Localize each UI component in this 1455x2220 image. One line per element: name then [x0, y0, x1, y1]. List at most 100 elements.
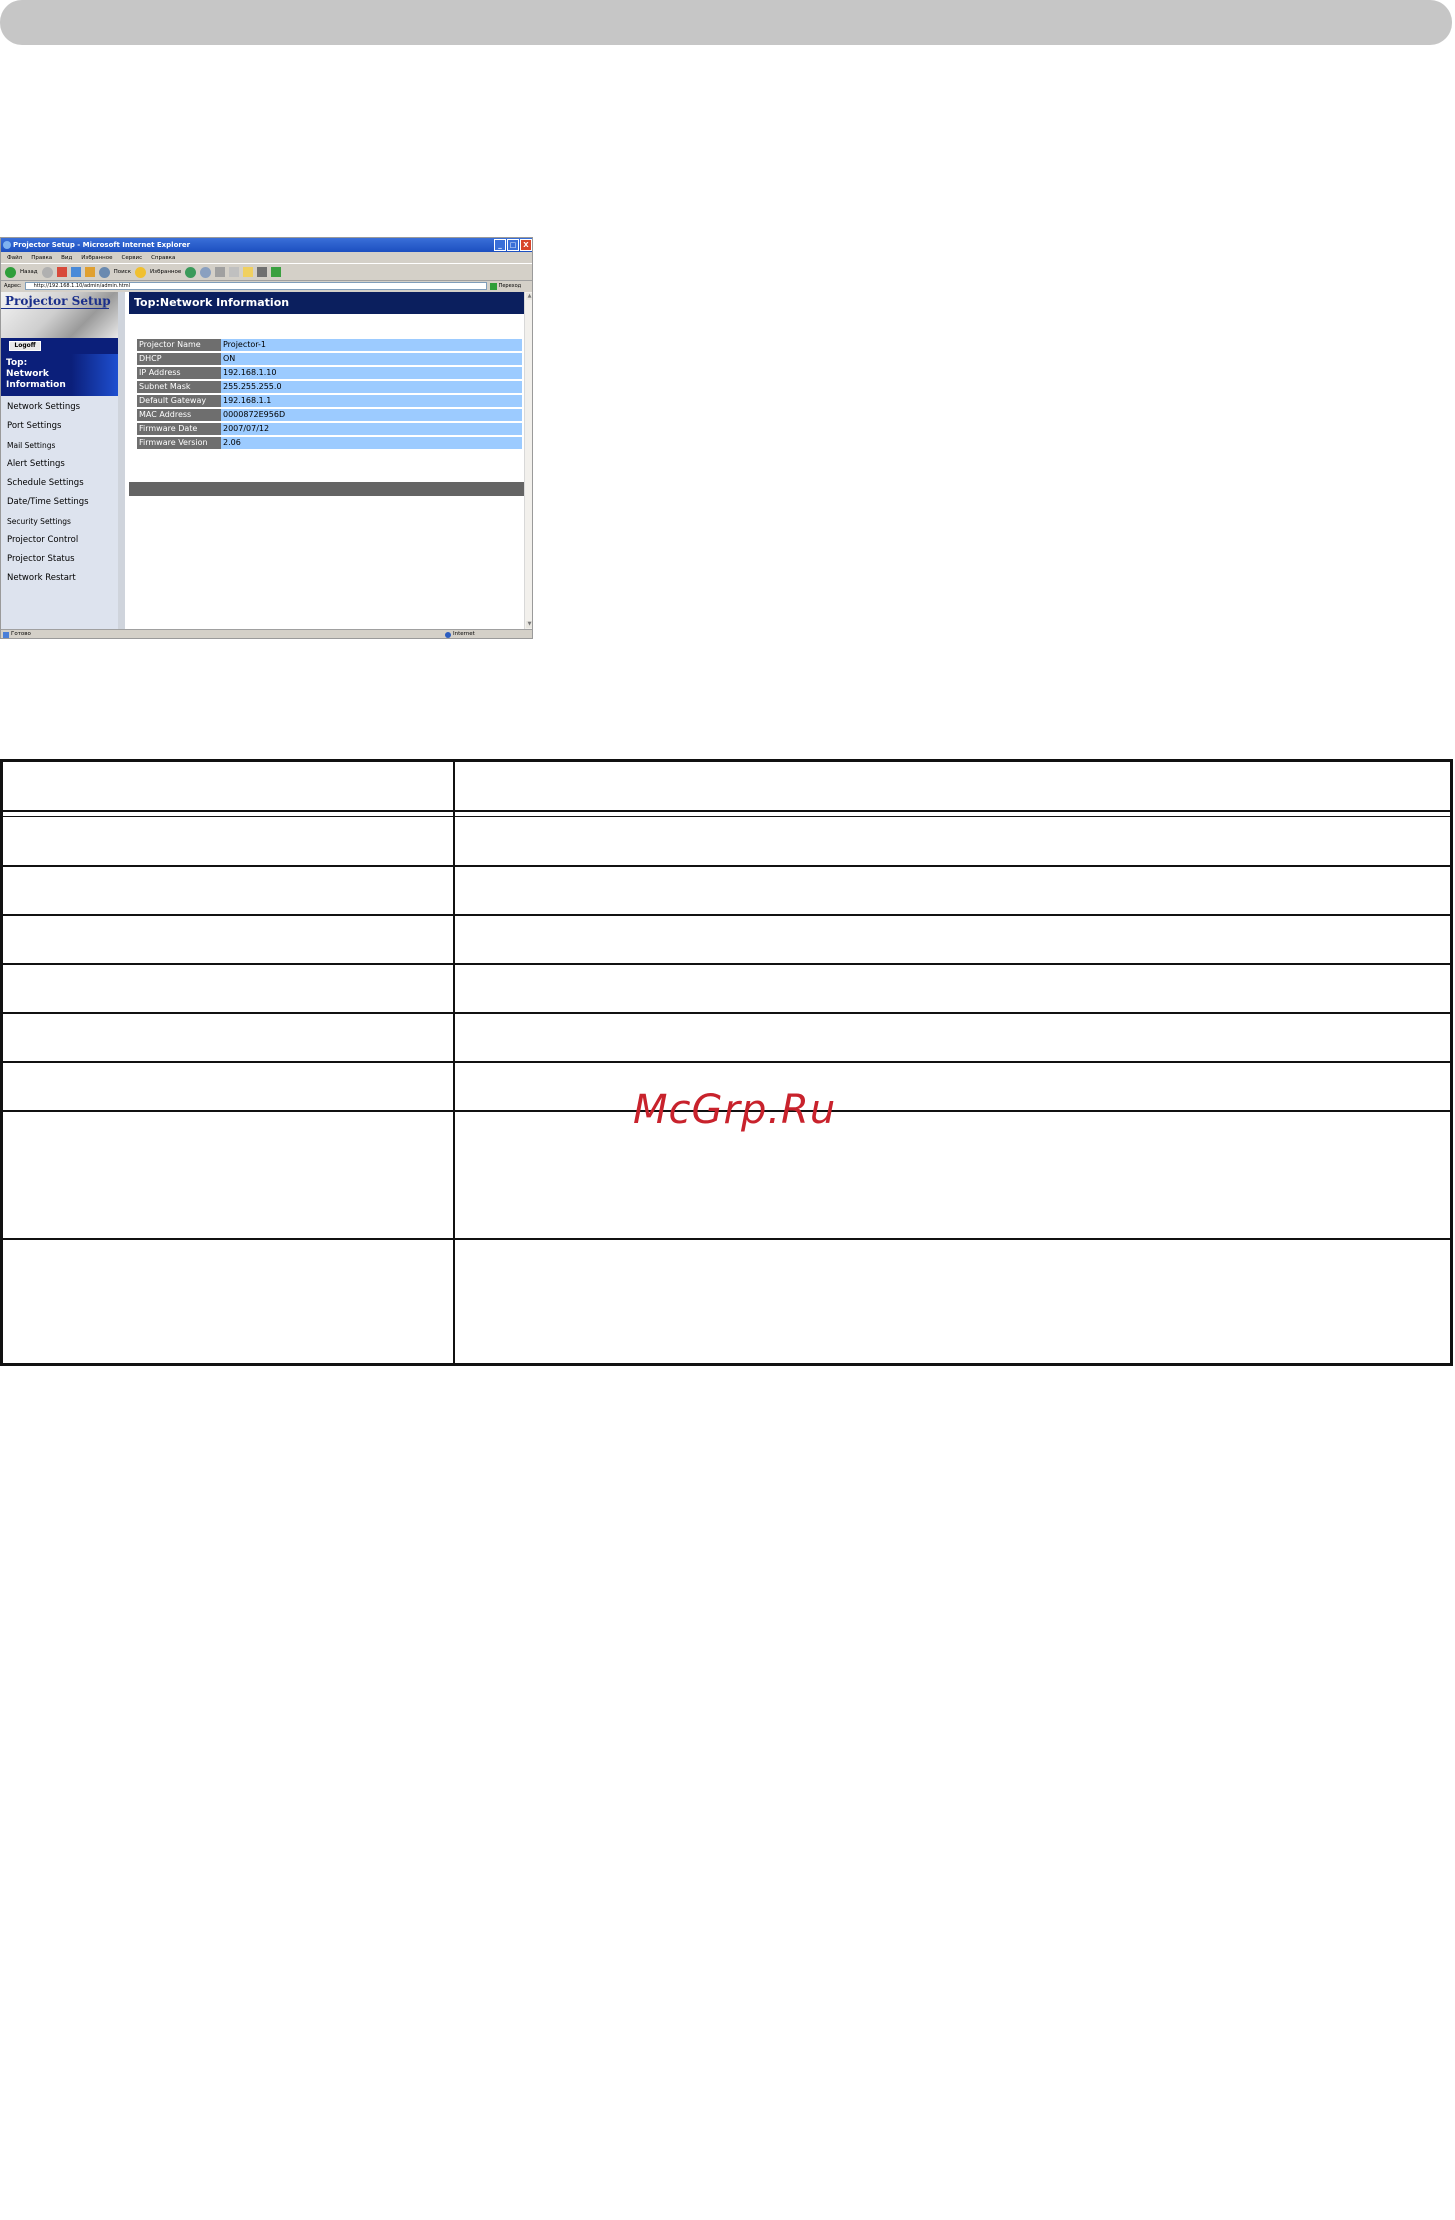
back-label[interactable]: Назад [20, 269, 38, 275]
row-value: 0000872E956D [221, 409, 522, 421]
print-icon[interactable] [215, 267, 226, 277]
table-row [3, 916, 1450, 965]
refresh-icon[interactable] [70, 267, 81, 277]
scroll-up-icon[interactable]: ▲ [526, 293, 532, 300]
maximize-button[interactable]: □ [507, 239, 519, 251]
search-icon[interactable] [98, 266, 110, 278]
browser-titlebar: Projector Setup - Microsoft Internet Exp… [1, 238, 532, 252]
go-label: Переход [498, 283, 522, 289]
menu-edit[interactable]: Правка [31, 255, 52, 261]
scroll-down-icon[interactable]: ▼ [526, 621, 532, 628]
sidebar-item-projector-control[interactable]: Projector Control [1, 535, 118, 554]
table-row [3, 817, 1450, 867]
page-title: Top:Network Information [129, 292, 524, 314]
menu-help[interactable]: Справка [151, 255, 175, 261]
browser-toolbar: Назад Поиск Избранное [1, 263, 532, 281]
sidebar-item-date-time-settings[interactable]: Date/Time Settings [1, 497, 118, 516]
media-icon[interactable] [185, 266, 197, 278]
mail-icon[interactable] [229, 267, 240, 277]
menu-view[interactable]: Вид [61, 255, 72, 261]
row-value: 2007/07/12 [221, 423, 522, 435]
table-row: MAC Address 0000872E956D [137, 409, 522, 421]
logo-underline [1, 308, 109, 309]
research-icon[interactable] [271, 267, 282, 277]
row-value: 2.06 [221, 437, 522, 449]
favorites-label[interactable]: Избранное [150, 269, 181, 275]
watermark: McGrp.Ru [633, 1087, 837, 1133]
table-row: DHCP ON [137, 353, 522, 365]
sidebar-item-security-settings[interactable]: Security Settings [1, 516, 118, 535]
sidebar-item-network-restart[interactable]: Network Restart [1, 573, 118, 592]
folder-icon[interactable] [243, 267, 254, 277]
row-label: Subnet Mask [137, 381, 221, 393]
content-footer-bar [129, 482, 524, 496]
sidebar-item-schedule-settings[interactable]: Schedule Settings [1, 478, 118, 497]
status-bar: Готово Internet [1, 629, 532, 638]
main-content: Top:Network Information Projector Name Pr… [129, 292, 524, 629]
history-icon[interactable] [200, 266, 212, 278]
row-label: Firmware Date [137, 423, 221, 435]
back-icon[interactable] [5, 266, 16, 278]
address-bar: Адрес: http://192.168.1.10/admin/admin.h… [1, 281, 532, 291]
go-arrow-icon [489, 282, 497, 290]
row-label: IP Address [137, 367, 221, 379]
row-value: 255.255.255.0 [221, 381, 522, 393]
menu-file[interactable]: Файл [7, 255, 22, 261]
row-label: Projector Name [137, 339, 221, 351]
description-table [0, 759, 1453, 1366]
messenger-icon[interactable] [257, 267, 268, 277]
minimize-button[interactable]: _ [494, 239, 506, 251]
network-info-table: Projector Name Projector-1 DHCP ON IP Addr… [137, 337, 522, 451]
row-value: 192.168.1.10 [221, 367, 522, 379]
sidebar: Projector Setup Logoff Top: Network Info… [1, 292, 125, 629]
active-item-line: Network [6, 369, 49, 379]
table-row [3, 965, 1450, 1014]
menu-favorites[interactable]: Избранное [81, 255, 112, 261]
browser-title: Projector Setup - Microsoft Internet Exp… [13, 241, 191, 249]
sidebar-item-alert-settings[interactable]: Alert Settings [1, 459, 118, 478]
table-row: Firmware Date 2007/07/12 [137, 423, 522, 435]
row-value: Projector-1 [221, 339, 522, 351]
table-row [3, 1240, 1450, 1363]
sidebar-item-mail-settings[interactable]: Mail Settings [1, 440, 118, 459]
address-input[interactable]: http://192.168.1.10/admin/admin.html [24, 282, 487, 290]
status-text: Готово [3, 631, 31, 638]
sidebar-item-network-information[interactable]: Top: Network Information [1, 354, 118, 396]
vertical-scrollbar[interactable]: ▲ ▼ [524, 292, 532, 629]
sidebar-item-network-settings[interactable]: Network Settings [1, 402, 118, 421]
active-item-line: Information [6, 380, 66, 390]
browser-window: Projector Setup - Microsoft Internet Exp… [0, 237, 533, 639]
menu-bar: Файл Правка Вид Избранное Сервис Справка [1, 252, 532, 263]
search-label[interactable]: Поиск [114, 269, 131, 275]
go-button[interactable]: Переход [489, 282, 522, 290]
active-item-line: Top: [6, 358, 28, 368]
table-row: Firmware Version 2.06 [137, 437, 522, 449]
stop-icon[interactable] [56, 267, 67, 277]
table-row: Default Gateway 192.168.1.1 [137, 395, 522, 407]
zone-text: Internet [445, 631, 475, 638]
row-label: DHCP [137, 353, 221, 365]
table-row: Subnet Mask 255.255.255.0 [137, 381, 522, 393]
logo: Projector Setup [5, 294, 111, 308]
ie-icon [3, 241, 11, 249]
row-value: 192.168.1.1 [221, 395, 522, 407]
logoff-button[interactable]: Logoff [9, 341, 41, 351]
address-label: Адрес: [4, 283, 22, 289]
table-column-divider [453, 762, 455, 1363]
sidebar-item-projector-status[interactable]: Projector Status [1, 554, 118, 573]
row-value: ON [221, 353, 522, 365]
close-button[interactable]: X [520, 239, 532, 251]
home-icon[interactable] [84, 267, 95, 277]
table-row: IP Address 192.168.1.10 [137, 367, 522, 379]
page-header-bar [0, 0, 1452, 45]
forward-icon[interactable] [41, 266, 53, 278]
menu-tools[interactable]: Сервис [122, 255, 143, 261]
table-row: Projector Name Projector-1 [137, 339, 522, 351]
row-label: Default Gateway [137, 395, 221, 407]
sidebar-item-port-settings[interactable]: Port Settings [1, 421, 118, 440]
table-row [3, 867, 1450, 916]
logo-area: Projector Setup [1, 292, 118, 338]
table-row [3, 1014, 1450, 1063]
favorites-icon[interactable] [135, 266, 147, 278]
table-header-divider [3, 810, 1450, 812]
